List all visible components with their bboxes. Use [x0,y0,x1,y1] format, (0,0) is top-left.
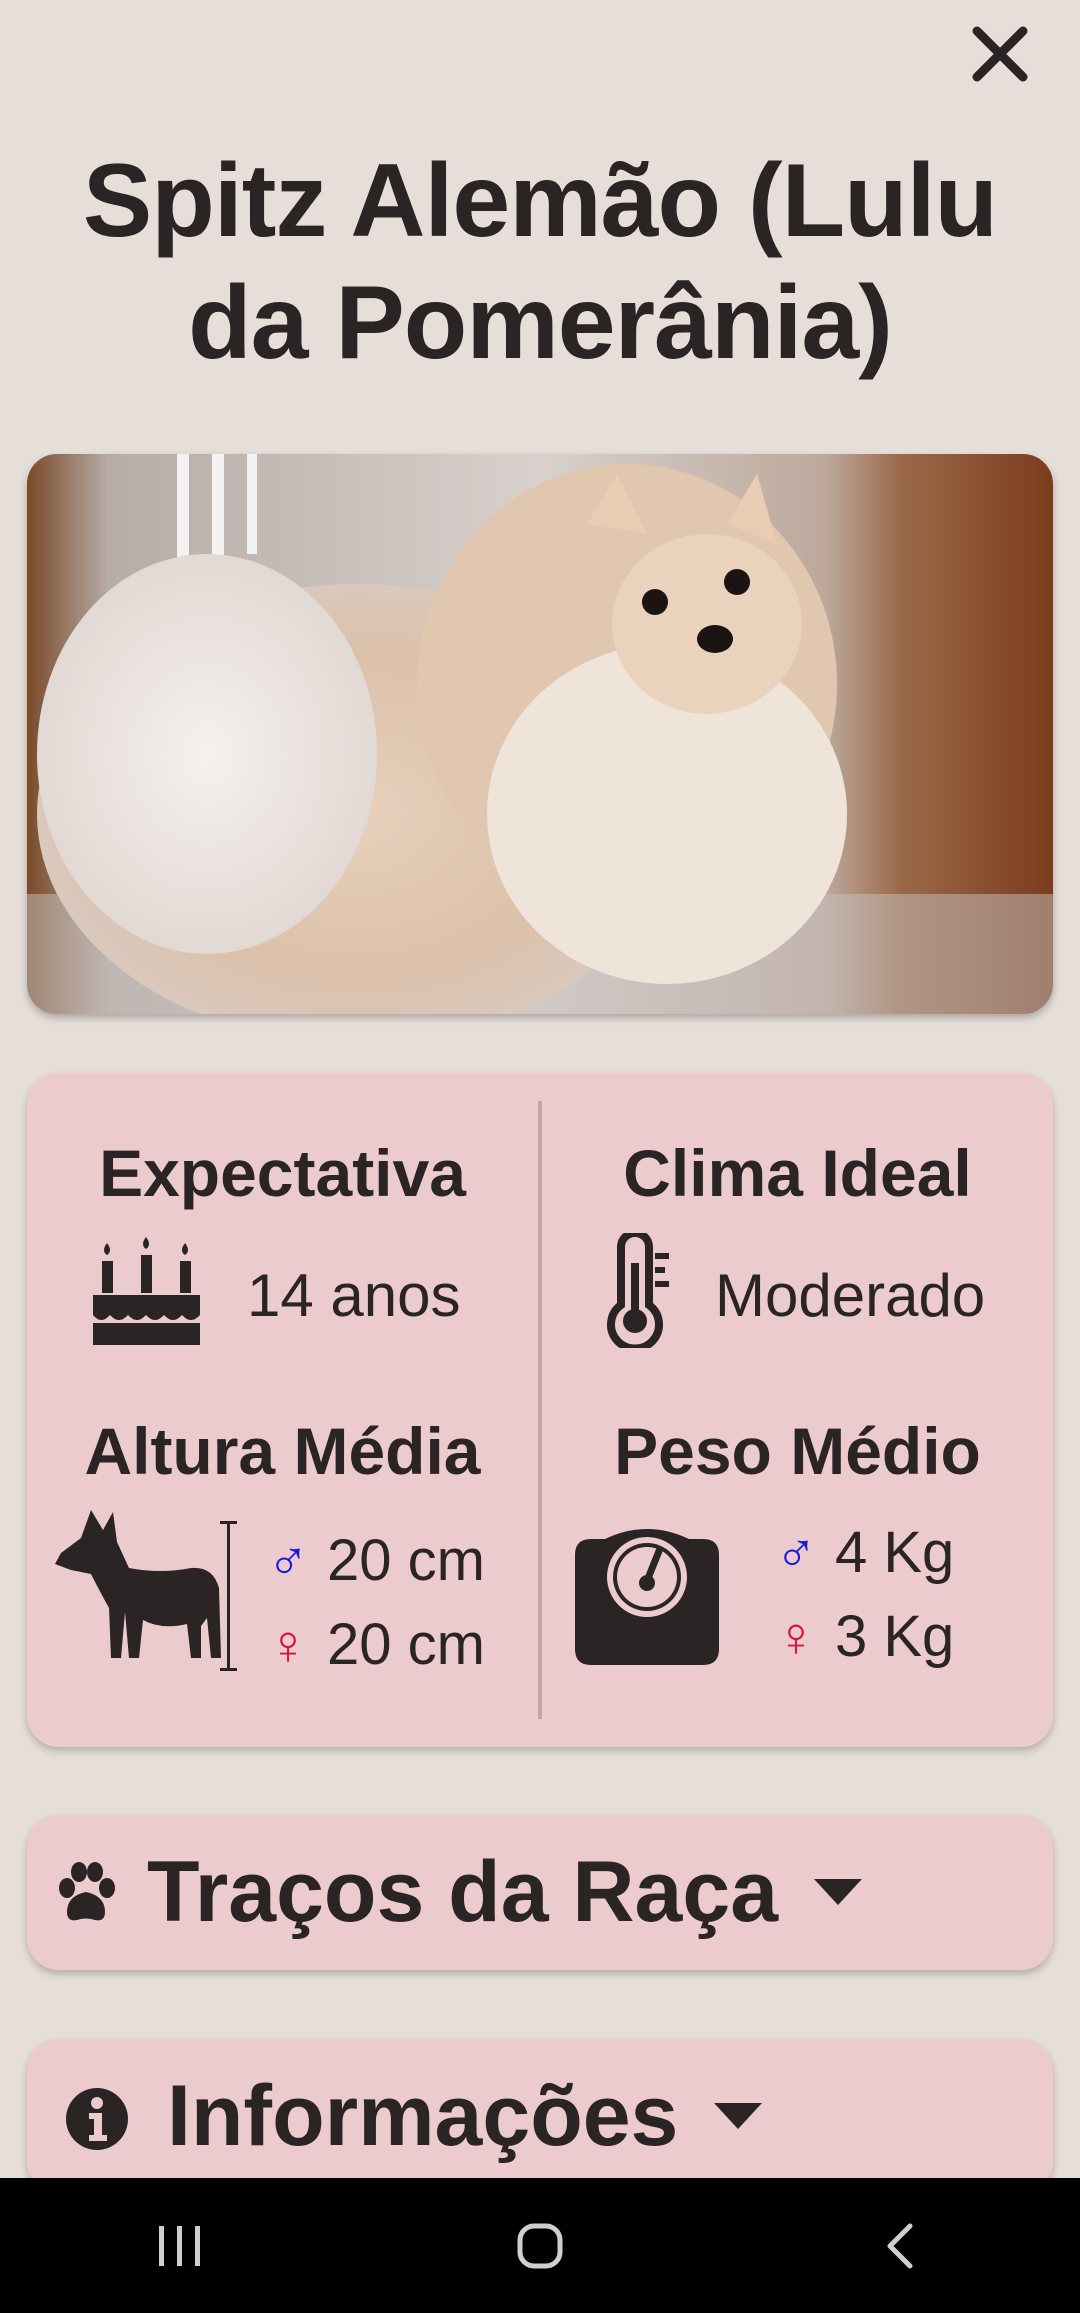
life-expectancy-title: Expectativa [99,1136,466,1210]
height-bracket [227,1521,230,1671]
close-icon [972,26,1028,82]
close-button[interactable] [960,18,1040,90]
height-female-row: ♀ 20 cm [267,1611,485,1678]
dog-silhouette-icon [55,1510,221,1658]
average-height-title: Altura Média [84,1414,481,1488]
breed-photo [27,454,1053,1014]
average-weight-title: Peso Médio [614,1414,981,1488]
scale-icon [575,1529,719,1665]
information-section[interactable]: Informações [27,2039,1053,2194]
weight-male-row: ♂ 4 Kg [775,1519,954,1586]
weight-male-value: 4 Kg [835,1520,955,1585]
back-button[interactable] [840,2196,960,2296]
birthday-cake-icon [93,1237,200,1345]
home-icon [517,2223,563,2268]
weight-female-row: ♀ 3 Kg [775,1603,954,1670]
height-bracket-top [220,1521,237,1524]
caret-down-icon [814,1878,863,1905]
female-symbol: ♀ [775,1605,817,1668]
system-navigation-bar [0,2178,1080,2313]
male-symbol: ♂ [775,1521,817,1584]
female-symbol: ♀ [267,1613,309,1676]
male-symbol: ♂ [267,1529,309,1592]
breed-traits-label: Traços da Raça [147,1844,779,1940]
paw-icon [59,1861,115,1920]
caret-down-icon [714,2102,763,2129]
ideal-climate-title: Clima Ideal [623,1136,972,1210]
breed-title: Spitz Alemão (Lulu da Pomerânia) [82,143,998,381]
height-male-value: 20 cm [327,1528,485,1593]
home-button[interactable] [480,2196,600,2296]
breed-traits-section[interactable]: Traços da Raça [27,1815,1053,1970]
information-label: Informações [167,2068,679,2164]
height-male-row: ♂ 20 cm [267,1527,485,1594]
info-icon [66,2087,128,2150]
life-expectancy-value: 14 anos [247,1262,461,1329]
height-bracket-bottom [220,1668,237,1671]
ideal-climate-value: Moderado [715,1262,986,1329]
recent-apps-button[interactable] [120,2196,240,2296]
breed-stats-card: Expectativa 14 anos Clima Ideal Moderado… [27,1073,1053,1747]
back-icon [887,2223,913,2268]
thermometer-icon [607,1233,669,1348]
weight-female-value: 3 Kg [835,1604,955,1669]
height-female-value: 20 cm [327,1612,485,1677]
recent-apps-icon [159,2225,200,2266]
